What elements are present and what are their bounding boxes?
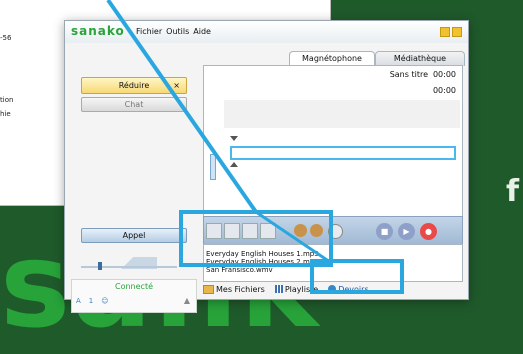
menu-fichier[interactable]: Fichier xyxy=(136,27,162,36)
sanako-logo: sanako xyxy=(71,24,125,38)
status-label: Connecté xyxy=(115,282,153,291)
background-letter: f xyxy=(506,174,520,209)
menu-aide[interactable]: Aide xyxy=(193,27,211,36)
volume-slider[interactable] xyxy=(81,262,177,270)
doc-fragment: tion xyxy=(0,96,14,104)
highlight-devoirs xyxy=(310,259,404,294)
end-marker-icon[interactable] xyxy=(230,162,238,167)
play-button[interactable]: ▶ xyxy=(398,223,415,240)
connection-status: Connecté A 1 ☺ ▲ xyxy=(71,279,197,313)
waveform-area xyxy=(224,100,460,128)
appel-button[interactable]: Appel xyxy=(81,228,187,243)
close-icon[interactable] xyxy=(452,27,462,37)
position-time: 00:00 xyxy=(432,86,456,95)
status-number: 1 xyxy=(88,297,94,305)
recorder-panel: Sans titre 00:00 00:00 xyxy=(203,65,463,217)
reduire-button[interactable]: Réduire × xyxy=(81,77,187,94)
users-icon: ☺ xyxy=(101,297,109,305)
minimize-icon[interactable] xyxy=(440,27,450,37)
status-row: A 1 ☺ xyxy=(76,297,109,305)
volume-track xyxy=(81,266,177,268)
lock-icon: ▲ xyxy=(183,296,190,305)
start-marker-icon[interactable] xyxy=(230,136,238,141)
level-indicator xyxy=(210,154,216,180)
window-buttons xyxy=(440,27,462,37)
file-item[interactable]: San Fransisco.wmv xyxy=(206,266,273,274)
elapsed-time: 00:00 xyxy=(432,70,456,79)
close-icon[interactable]: × xyxy=(173,78,180,93)
doc-fragment: -56 xyxy=(0,34,12,42)
title-menubar: sanako Fichier Outils Aide xyxy=(65,21,468,43)
playlist-icon xyxy=(274,285,283,293)
mes-fichiers-label: Mes Fichiers xyxy=(216,284,265,294)
timeline-track[interactable] xyxy=(230,146,456,160)
menu-outils[interactable]: Outils xyxy=(166,27,189,36)
status-letter: A xyxy=(76,297,81,305)
folder-icon xyxy=(203,284,214,294)
mes-fichiers-link[interactable]: Mes Fichiers xyxy=(203,284,265,294)
stop-button[interactable]: ■ xyxy=(376,223,393,240)
reduire-label: Réduire xyxy=(118,81,150,90)
doc-fragment: hie xyxy=(0,110,11,118)
recording-title: Sans titre xyxy=(389,70,428,79)
menu-bar: Fichier Outils Aide xyxy=(136,27,211,36)
volume-knob[interactable] xyxy=(98,262,102,270)
tab-magnetophone[interactable]: Magnétophone xyxy=(289,51,375,66)
tab-mediatheque[interactable]: Médiathèque xyxy=(375,51,465,66)
chat-button[interactable]: Chat xyxy=(81,97,187,112)
record-button[interactable]: ● xyxy=(420,223,437,240)
